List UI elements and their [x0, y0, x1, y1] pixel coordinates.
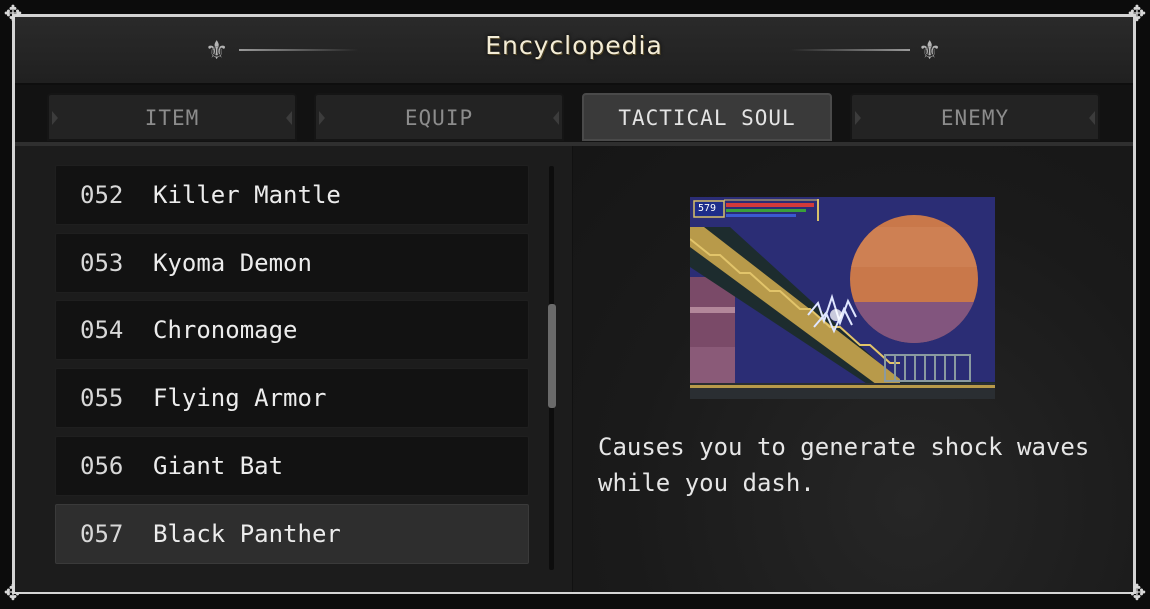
list-item-number: 056 [80, 452, 124, 480]
tab-tactical-soul[interactable]: TACTICAL SOUL [582, 93, 832, 141]
tab-bar: ITEM EQUIP TACTICAL SOUL ENEMY [15, 85, 1133, 146]
list-item-number: 057 [80, 520, 124, 548]
soul-description: Causes you to generate shock waves while… [598, 433, 1090, 497]
preview-hud-value: 579 [698, 203, 717, 214]
list-item[interactable]: 052 Killer Mantle [55, 165, 529, 225]
list-item-selected[interactable]: 057 Black Panther [55, 504, 529, 564]
list-item-number: 055 [80, 384, 124, 412]
detail-panel: 579 Causes you to generate shock waves w… [573, 146, 1133, 592]
list-item-name: Killer Mantle [153, 181, 341, 209]
flourish-right-icon: ⚜ [790, 36, 950, 66]
list-item-number: 052 [80, 181, 124, 209]
tab-item[interactable]: ITEM [47, 93, 297, 141]
list-item[interactable]: 054 Chronomage [55, 300, 529, 360]
tab-enemy[interactable]: ENEMY [850, 93, 1100, 141]
list-item[interactable]: 055 Flying Armor [55, 368, 529, 428]
page-title: Encyclopedia [485, 31, 663, 60]
list-item-name: Flying Armor [153, 384, 327, 412]
tab-equip[interactable]: EQUIP [314, 93, 564, 141]
list-item-number: 054 [80, 316, 124, 344]
list-item-number: 053 [80, 249, 124, 277]
list-item[interactable]: 056 Giant Bat [55, 436, 529, 496]
list-item[interactable]: 053 Kyoma Demon [55, 233, 529, 293]
list-item-name: Chronomage [153, 316, 298, 344]
header-bar: ⚜ Encyclopedia ⚜ [15, 17, 1133, 85]
list-item-name: Kyoma Demon [153, 249, 312, 277]
list-scrollbar[interactable] [548, 166, 556, 570]
scrollbar-thumb[interactable] [548, 304, 556, 408]
soul-preview-image: 579 [690, 197, 995, 399]
list-item-name: Giant Bat [153, 452, 284, 480]
soul-list-panel: 052 Killer Mantle 053 Kyoma Demon 054 Ch… [15, 146, 572, 592]
list-item-name: Black Panther [153, 520, 341, 548]
